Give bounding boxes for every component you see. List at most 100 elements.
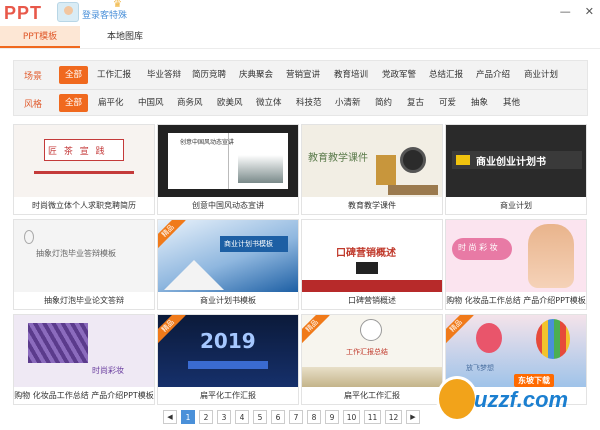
template-caption: 扁平化工作汇报 [200, 391, 256, 400]
scene-option[interactable]: 工作汇报 [97, 66, 131, 84]
template-thumbnail: 教育教学课件 [302, 125, 442, 197]
scene-option[interactable]: 商业计划 [524, 66, 558, 84]
template-card[interactable]: 教育教学课件 教育教学课件 [301, 124, 443, 215]
template-caption: 口碑营销概述 [348, 296, 396, 305]
filter-divider [14, 89, 587, 90]
thumbnail-title: 创意中国风动态宣讲 [180, 139, 235, 146]
scene-option[interactable]: 毕业答辩 [147, 66, 181, 84]
thumbnail-title: 商业计划书模板 [224, 240, 273, 248]
prev-page-button[interactable]: ◀ [163, 410, 177, 424]
style-option[interactable]: 科技范 [296, 94, 322, 112]
page-button[interactable]: 6 [271, 410, 285, 424]
page-button[interactable]: 3 [217, 410, 231, 424]
thumbnail-title: 匠 茶 宣 践 [48, 147, 107, 157]
template-caption: 扁平化工作汇报 [344, 391, 400, 400]
style-option[interactable]: 全部 [59, 94, 89, 112]
page-button[interactable]: 2 [199, 410, 213, 424]
style-option[interactable]: 小清新 [335, 94, 361, 112]
style-label: 风格 [24, 100, 43, 110]
style-option[interactable]: 简约 [375, 94, 392, 112]
scene-option[interactable]: 产品介绍 [476, 66, 510, 84]
template-card[interactable]: 口碑营销概述 口碑营销概述 [301, 219, 443, 310]
template-caption: 购物 化妆品工作总结 产品介绍PPT模板 [14, 391, 154, 400]
scene-option[interactable]: 庆典聚会 [239, 66, 273, 84]
scene-filter-row: 场景 全部 工作汇报 毕业答辩 简历竞聘 庆典聚会 营销宣讲 教育培训 党政军警… [14, 63, 587, 87]
scene-option[interactable]: 简历竞聘 [192, 66, 226, 84]
page-button[interactable]: 5 [253, 410, 267, 424]
close-button[interactable]: ✕ [585, 6, 594, 17]
style-option[interactable]: 抽象 [471, 94, 488, 112]
scene-option[interactable]: 教育培训 [334, 66, 368, 84]
style-option[interactable]: 扁平化 [98, 94, 124, 112]
template-card[interactable]: 抽象灯泡毕业答辩模板 抽象灯泡毕业论文答辩 [13, 219, 155, 310]
style-option[interactable]: 可爱 [439, 94, 456, 112]
thumbnail-title: 工作汇报总结 [346, 348, 388, 356]
thumbnail-title: 2019 [200, 329, 256, 353]
page-button[interactable]: 10 [343, 410, 360, 424]
avatar[interactable] [57, 2, 79, 22]
thumbnail-title: 时尚彩妆 [92, 366, 124, 375]
tab-bar: PPT模板 本地图库 [0, 26, 600, 48]
page-button[interactable]: 8 [307, 410, 321, 424]
style-filter-row: 风格 全部 扁平化 中国风 商务风 欧美风 微立体 科技范 小清新 简约 复古 … [14, 91, 587, 115]
page-button[interactable]: 12 [385, 410, 402, 424]
scene-option[interactable]: 全部 [59, 66, 89, 84]
template-card[interactable]: 时尚彩妆 购物 化妆品工作总结 产品介绍PPT模板 [13, 314, 155, 405]
scene-option[interactable]: 营销宣讲 [286, 66, 320, 84]
tab-local-gallery[interactable]: 本地图库 [80, 26, 170, 48]
template-caption: 购物 化妆品工作总结 产品介绍PPT模板 [446, 296, 586, 305]
thumbnail-title: 口碑营销概述 [336, 248, 396, 259]
thumbnail-title: 商业创业计划书 [476, 157, 546, 168]
template-thumbnail: 商业创业计划书 [446, 125, 586, 197]
template-thumbnail: 时尚彩妆 [14, 315, 154, 387]
thumbnail-title: 教育教学课件 [308, 153, 368, 164]
page-button[interactable]: 1 [181, 410, 195, 424]
template-card[interactable]: 匠 茶 宣 践 时尚微立体个人求职竞聘简历 [13, 124, 155, 215]
page-button[interactable]: 11 [364, 410, 381, 424]
crown-icon: ♛ [113, 0, 122, 10]
thumbnail-title: 时 尚 彩 妆 [458, 243, 498, 252]
watermark-logo-icon [436, 376, 478, 422]
thumbnail-title: 抽象灯泡毕业答辩模板 [36, 249, 116, 258]
template-card[interactable]: 2019 精品 扁平化工作汇报 [157, 314, 299, 405]
template-caption: 创意中国风动态宣讲 [192, 201, 264, 210]
style-option[interactable]: 微立体 [256, 94, 282, 112]
watermark-text: uzzf.com [474, 387, 569, 412]
tab-ppt-templates[interactable]: PPT模板 [0, 26, 80, 48]
template-card[interactable]: 时 尚 彩 妆 购物 化妆品工作总结 产品介绍PPT模板 [445, 219, 587, 310]
template-thumbnail: 口碑营销概述 [302, 220, 442, 292]
template-card[interactable]: 商业创业计划书 商业计划 [445, 124, 587, 215]
template-caption: 教育教学课件 [348, 201, 396, 210]
template-caption: 商业计划 [500, 201, 532, 210]
template-card[interactable]: 创意中国风动态宣讲 创意中国风动态宣讲 [157, 124, 299, 215]
page-button[interactable]: 7 [289, 410, 303, 424]
style-option[interactable]: 欧美风 [217, 94, 243, 112]
style-option[interactable]: 中国风 [138, 94, 164, 112]
premium-badge: 精品 [158, 220, 188, 250]
scene-label: 场景 [24, 72, 43, 82]
premium-badge: 精品 [158, 315, 188, 345]
divider [0, 48, 600, 49]
template-caption: 商业计划书模板 [200, 296, 256, 305]
template-thumbnail: 抽象灯泡毕业答辩模板 [14, 220, 154, 292]
style-option[interactable]: 其他 [503, 94, 520, 112]
template-thumbnail: 匠 茶 宣 践 [14, 125, 154, 197]
template-caption: 抽象灯泡毕业论文答辩 [44, 296, 124, 305]
premium-badge: 精品 [302, 315, 332, 345]
pagination: ◀ 1 2 3 4 5 6 7 8 9 10 11 12 ▶ [163, 410, 420, 425]
template-thumbnail: 创意中国风动态宣讲 [158, 125, 298, 197]
next-page-button[interactable]: ▶ [406, 410, 420, 424]
template-card[interactable]: 工作汇报总结 精品 扁平化工作汇报 [301, 314, 443, 405]
template-card[interactable]: 商业计划书模板 精品 商业计划书模板 [157, 219, 299, 310]
minimize-button[interactable]: — [560, 6, 571, 17]
scene-option[interactable]: 总结汇报 [429, 66, 463, 84]
style-option[interactable]: 复古 [407, 94, 424, 112]
page-button[interactable]: 9 [325, 410, 339, 424]
style-option[interactable]: 商务风 [177, 94, 203, 112]
filter-panel: 场景 全部 工作汇报 毕业答辩 简历竞聘 庆典聚会 营销宣讲 教育培训 党政军警… [13, 60, 588, 116]
scene-option[interactable]: 党政军警 [382, 66, 416, 84]
page-button[interactable]: 4 [235, 410, 249, 424]
app-logo: PPT [4, 3, 43, 23]
template-caption: 时尚微立体个人求职竞聘简历 [32, 201, 136, 210]
watermark-tag: 东坡下载 [514, 374, 554, 387]
